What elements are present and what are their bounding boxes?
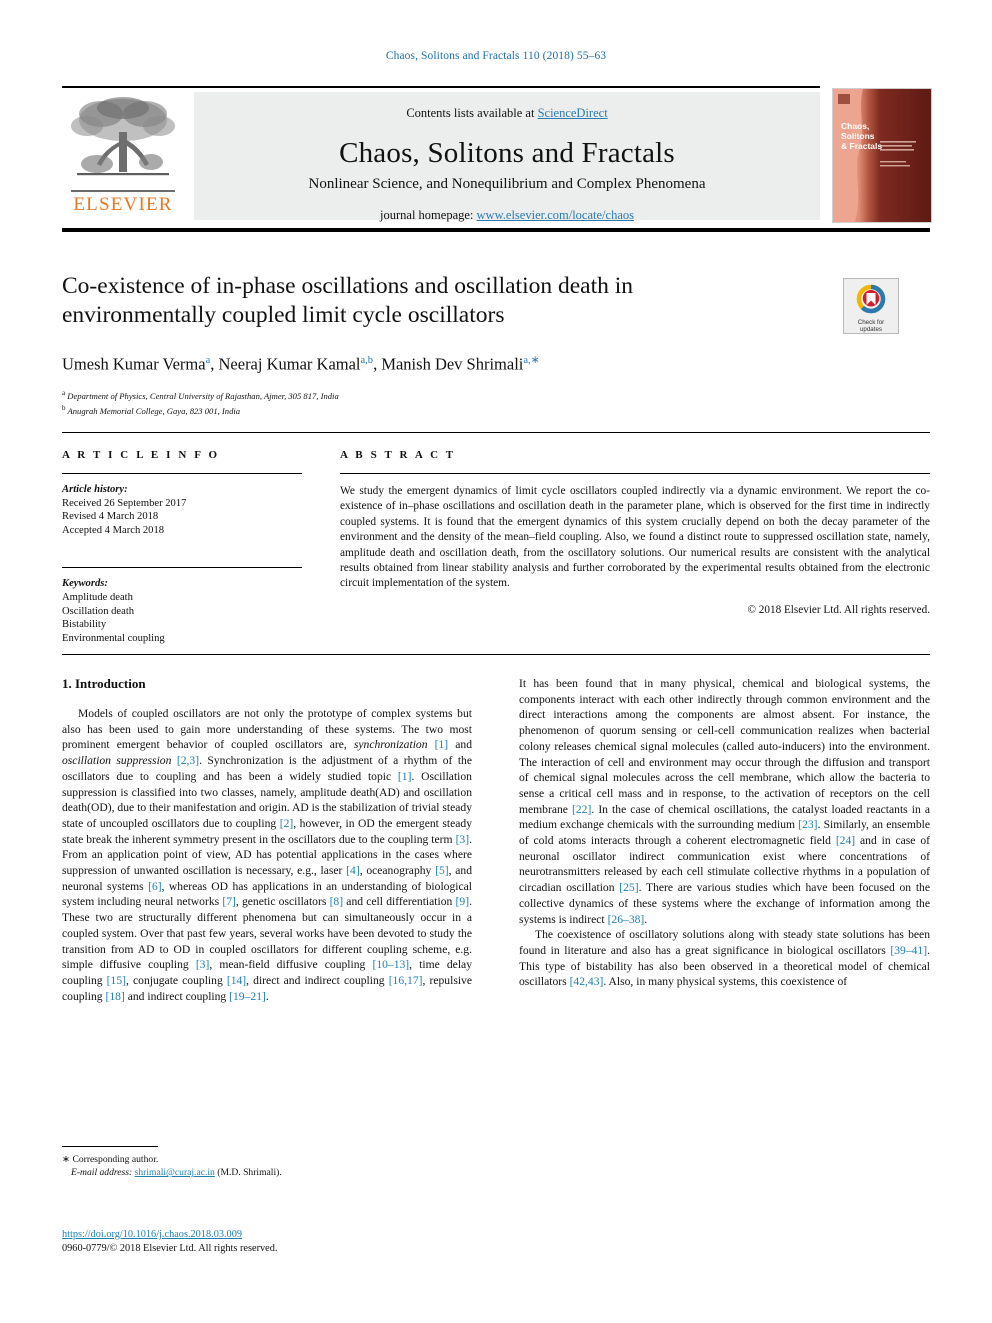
keywords-block: Keywords: Amplitude death Oscillation de… <box>62 577 302 645</box>
crossmark-line-1: Check for <box>857 319 885 326</box>
elsevier-logo: ELSEVIER <box>62 92 184 220</box>
paragraph: Models of coupled oscillators are not on… <box>62 707 473 1003</box>
footer-block: https://doi.org/10.1016/j.chaos.2018.03.… <box>62 1228 472 1256</box>
cover-title-2: Solitons <box>841 131 875 141</box>
article-info-column: A R T I C L E I N F O Article history: R… <box>62 449 302 645</box>
keyword-item: Amplitude death <box>62 591 133 603</box>
doi-link[interactable]: https://doi.org/10.1016/j.chaos.2018.03.… <box>62 1229 242 1240</box>
abstract-column: A B S T R A C T We study the emergent dy… <box>340 449 930 616</box>
title-top-rule <box>62 228 930 232</box>
abstract-rule <box>340 473 930 474</box>
abstract-copyright: © 2018 Elsevier Ltd. All rights reserved… <box>747 603 931 616</box>
contents-line: Contents lists available at ScienceDirec… <box>194 92 820 121</box>
author-list: Umesh Kumar Vermaa, Neeraj Kumar Kamala,… <box>62 354 540 374</box>
article-page: Chaos, Solitons and Fractals 110 (2018) … <box>0 0 992 1323</box>
section-heading-introduction: 1. Introduction <box>62 676 146 691</box>
article-info-heading: A R T I C L E I N F O <box>62 449 220 461</box>
corresponding-author-text: Corresponding author. <box>72 1154 159 1165</box>
body-top-rule <box>62 654 930 655</box>
body-column-right: It has been found that in many physical,… <box>519 676 930 990</box>
elsevier-tree-icon <box>71 97 175 176</box>
asterisk-icon: ∗ <box>62 1154 71 1165</box>
elsevier-wordmark: ELSEVIER <box>73 193 173 215</box>
issn-copyright: 0960-0779/© 2018 Elsevier Ltd. All right… <box>62 1243 278 1254</box>
title-block: Co-existence of in-phase oscillations an… <box>62 272 762 417</box>
footnote-block: ∗ Corresponding author. E-mail address: … <box>62 1153 472 1179</box>
history-item: Accepted 4 March 2018 <box>62 524 165 536</box>
affiliation-a: a Department of Physics, Central Univers… <box>62 388 339 401</box>
homepage-line: journal homepage: www.elsevier.com/locat… <box>194 208 820 223</box>
journal-masthead: ELSEVIER Contents lists available at Sci… <box>62 86 932 223</box>
journal-subtitle: Nonlinear Science, and Nonequilibrium an… <box>308 176 706 192</box>
journal-band: Contents lists available at ScienceDirec… <box>194 92 820 223</box>
abstract-heading: A B S T R A C T <box>340 449 456 461</box>
affiliations: a Department of Physics, Central Univers… <box>62 387 762 418</box>
cover-title-3: & Fractals <box>841 141 882 151</box>
keyword-item: Oscillation death <box>62 605 135 617</box>
keywords-label: Keywords: <box>62 578 108 590</box>
paragraph: The coexistence of oscillatory solutions… <box>519 928 930 989</box>
affiliation-b: b Anugrah Memorial College, Gaya, 823 00… <box>62 403 241 416</box>
crossmark-label: Check for updates <box>844 319 898 333</box>
email-link[interactable]: shrimali@curaj.ac.in <box>135 1167 215 1178</box>
crossmark-badge[interactable]: Check for updates <box>843 278 899 334</box>
elsevier-rule <box>71 190 175 192</box>
paragraph: It has been found that in many physical,… <box>519 677 931 926</box>
body-column-left: 1. Introduction Models of coupled oscill… <box>62 676 472 1004</box>
cover-art: Chaos, Solitons & Fractals <box>833 89 931 222</box>
keyword-item: Bistability <box>62 619 107 631</box>
affiliation-b-text: Anugrah Memorial College, Gaya, 823 001,… <box>67 405 241 416</box>
info-top-rule <box>62 432 930 433</box>
abstract-text: We study the emergent dynamics of limit … <box>340 485 930 590</box>
contents-prefix: Contents lists available at <box>406 106 538 120</box>
journal-title: Chaos, Solitons and Fractals <box>339 137 675 169</box>
page-title: Co-existence of in-phase oscillations an… <box>62 273 634 328</box>
sciencedirect-link[interactable]: ScienceDirect <box>538 106 608 120</box>
corresponding-author-note: ∗ Corresponding author. <box>62 1153 472 1166</box>
email-note: E-mail address: shrimali@curaj.ac.in (M.… <box>62 1166 472 1179</box>
cover-title-1: Chaos, <box>841 121 869 131</box>
journal-homepage-link[interactable]: www.elsevier.com/locate/chaos <box>477 208 634 222</box>
affiliation-a-text: Department of Physics, Central Universit… <box>67 390 339 401</box>
masthead-top-rule <box>62 86 820 88</box>
crossmark-icon <box>856 284 886 314</box>
keywords-rule <box>62 567 302 569</box>
crossmark-line-2: updates <box>859 326 883 334</box>
email-label: E-mail address: <box>71 1167 133 1179</box>
history-item: Revised 4 March 2018 <box>62 511 159 523</box>
journal-cover-image: Chaos, Solitons & Fractals <box>832 88 932 223</box>
article-history-label: Article history: <box>62 484 128 495</box>
footnote-rule <box>62 1146 158 1147</box>
history-item: Received 26 September 2017 <box>62 497 187 509</box>
keyword-item: Environmental coupling <box>62 632 165 644</box>
email-suffix: (M.D. Shrimali). <box>217 1167 282 1179</box>
running-head: Chaos, Solitons and Fractals 110 (2018) … <box>385 50 607 62</box>
homepage-prefix: journal homepage: <box>380 208 477 222</box>
article-info-rule <box>62 473 302 474</box>
article-history: Article history: Received 26 September 2… <box>62 483 302 537</box>
